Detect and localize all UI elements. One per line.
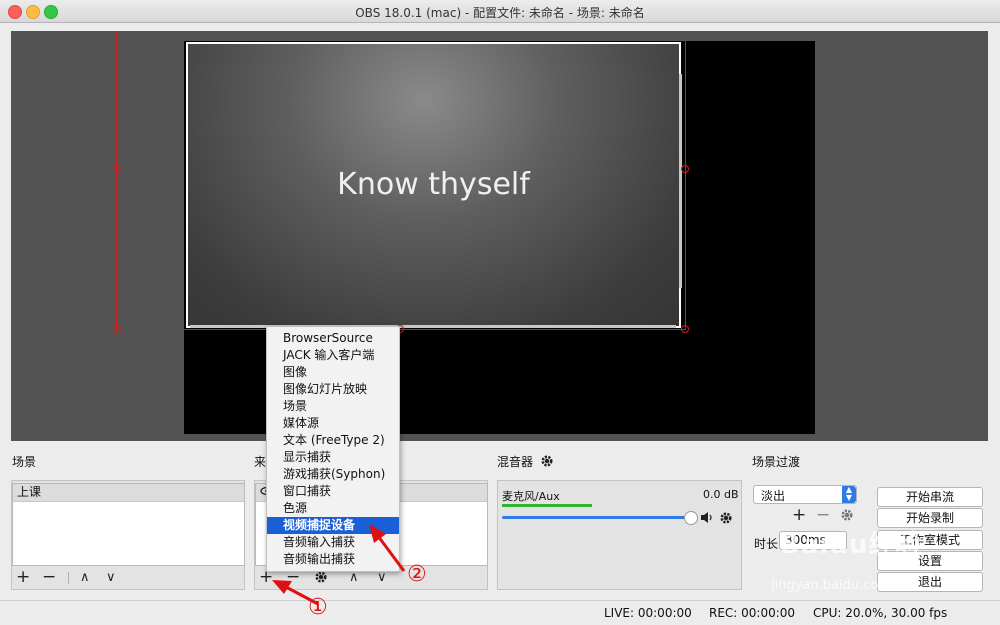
- annotation-step-one: ①: [308, 595, 328, 620]
- arrowhead-icon: [369, 524, 386, 543]
- baidu-watermark-url: jingyan.baidu.com: [771, 578, 891, 593]
- annotation-arrow-two: [376, 535, 406, 572]
- baidu-watermark: Baidu经验: [780, 530, 923, 560]
- annotation-step-two: ②: [407, 562, 427, 587]
